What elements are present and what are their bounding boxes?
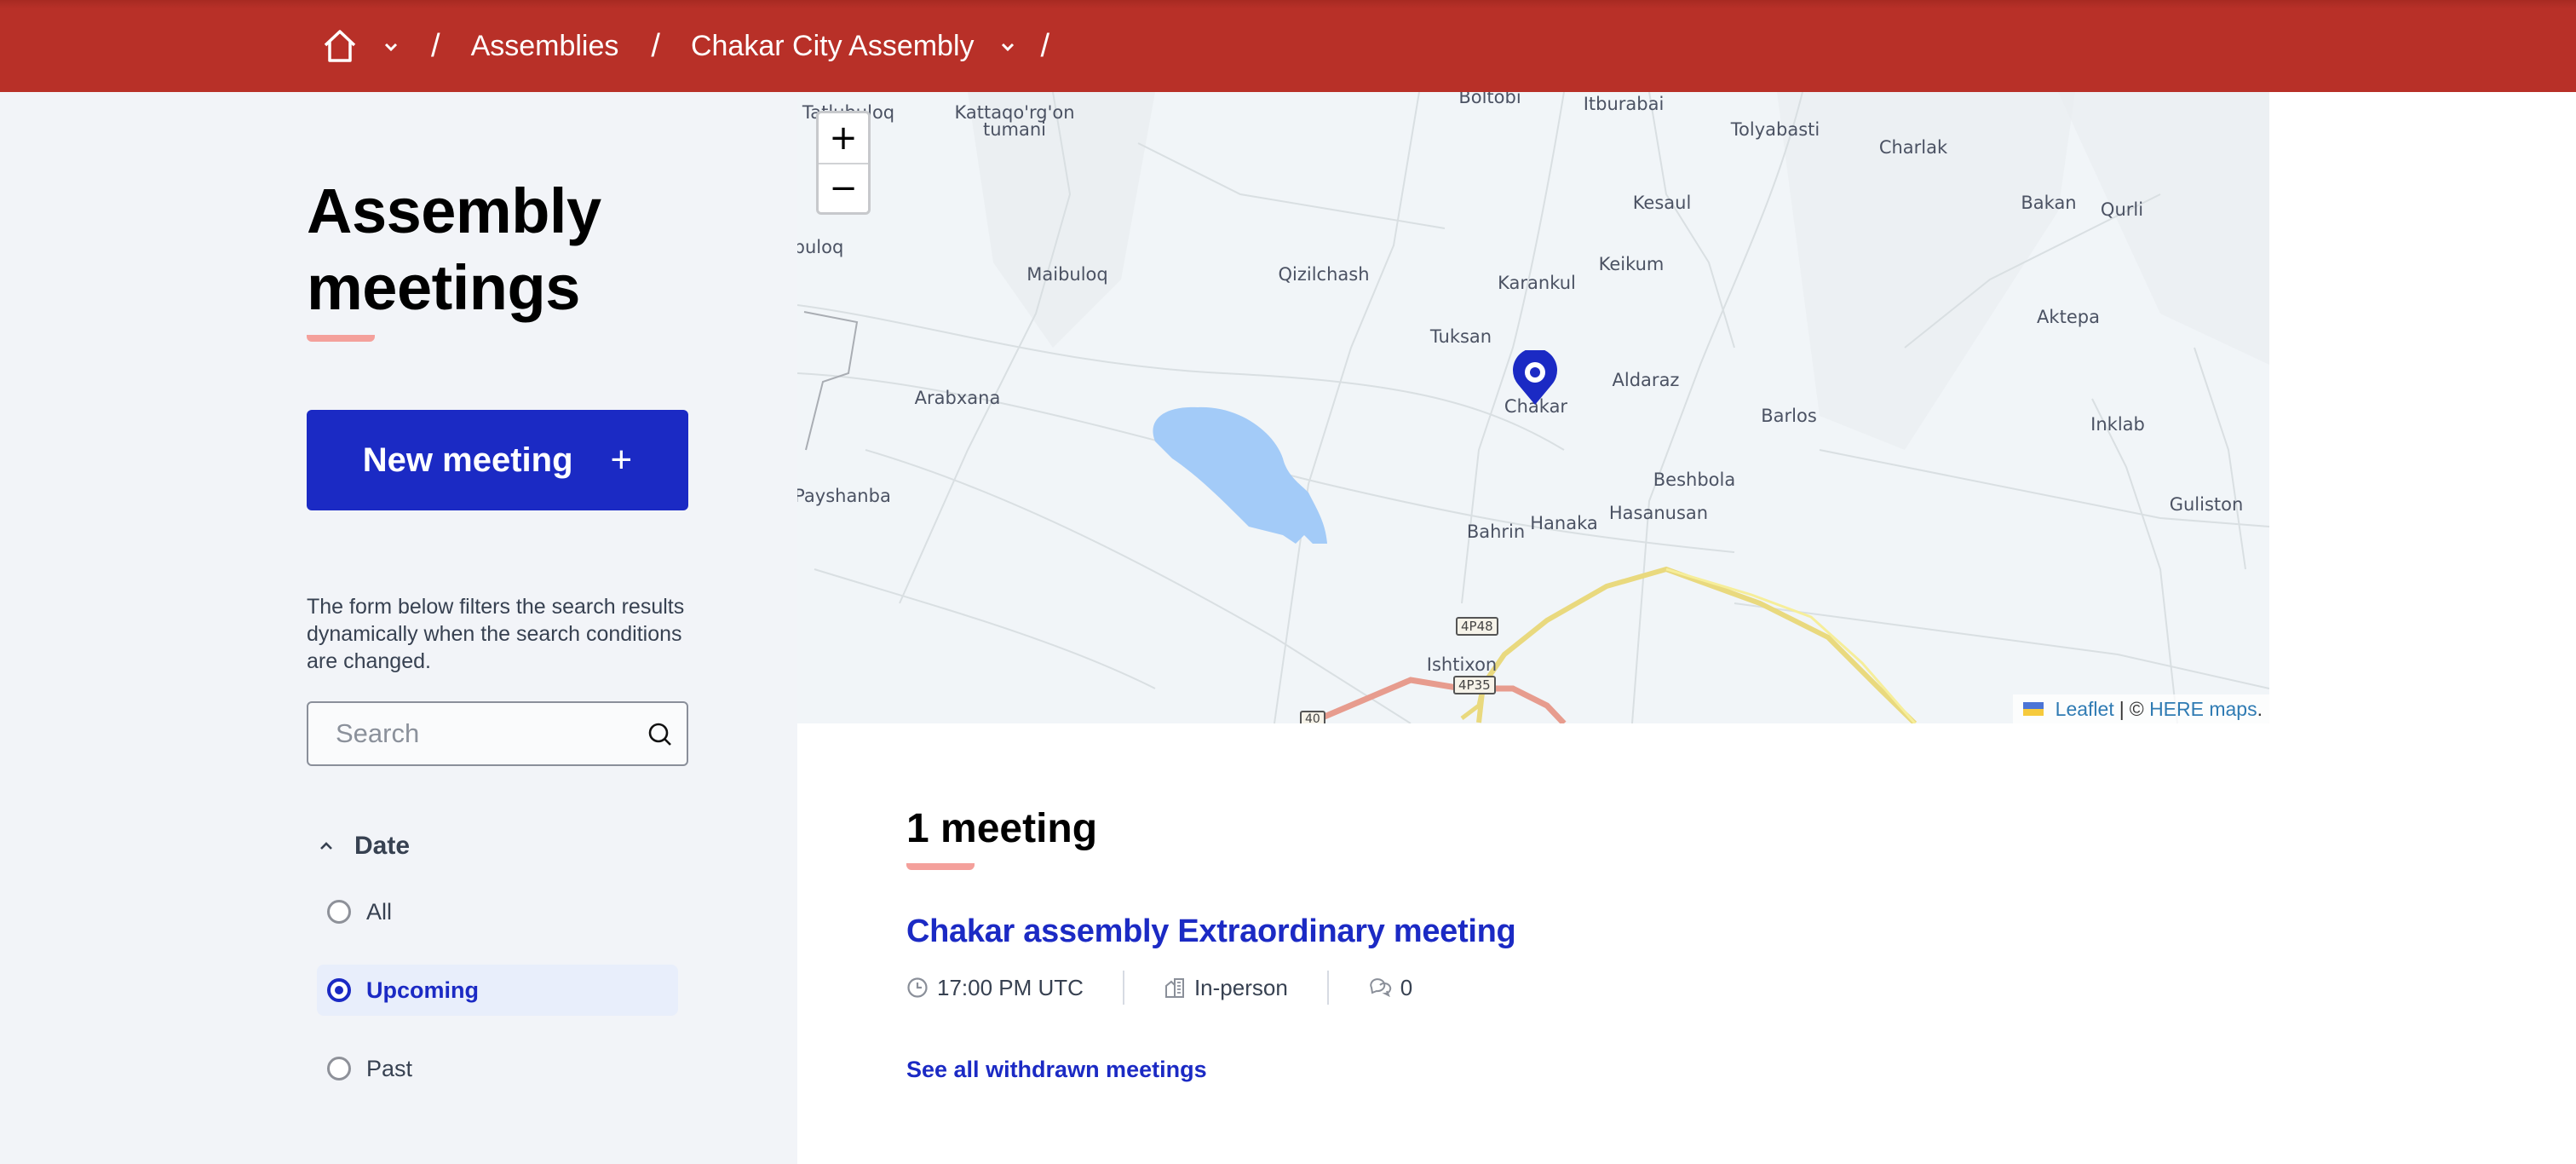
date-filter-toggle[interactable]: Date <box>319 832 410 861</box>
road-shield: 40 <box>1300 711 1325 723</box>
new-meeting-button[interactable]: New meeting + <box>307 410 688 510</box>
map-place-label: Boltobi <box>1458 92 1521 107</box>
map-place-label: Hanaka <box>1530 513 1598 533</box>
zoom-out-button[interactable]: − <box>819 163 868 212</box>
map-place-label: Ishtixon <box>1426 654 1498 675</box>
breadcrumb-separator: / <box>1040 27 1050 64</box>
page-title: Assembly meetings <box>307 173 601 326</box>
breadcrumb-chakar-city-assembly[interactable]: Chakar City Assembly <box>691 30 975 63</box>
radio-label: Past <box>366 1055 413 1081</box>
home-link[interactable] <box>322 28 358 64</box>
home-dropdown-toggle[interactable] <box>383 41 399 52</box>
search-field[interactable] <box>307 701 688 766</box>
breadcrumb-separator: / <box>651 27 660 64</box>
title-underline <box>307 335 375 342</box>
meetings-map[interactable]: Tatlubuloq Kattaqo'rg'on tumani Boltobi … <box>797 92 2269 723</box>
page-title-line1: Assembly <box>307 176 601 246</box>
ukraine-flag-icon <box>2022 702 2044 716</box>
meeting-meta: 17:00 PM UTC In-person 0 <box>906 970 1412 1006</box>
meeting-time: 17:00 PM UTC <box>906 975 1084 1001</box>
map-place-label: Barlos <box>1761 406 1817 426</box>
page-title-line2: meetings <box>307 252 580 323</box>
sidebar: Assembly meetings New meeting + The form… <box>0 92 797 1164</box>
withdrawn-meetings-link[interactable]: See all withdrawn meetings <box>906 1057 1207 1083</box>
filter-description: The form below filters the search result… <box>307 595 685 673</box>
map-place-label: Guliston <box>2169 494 2244 515</box>
top-header: / Assemblies / Chakar City Assembly / <box>0 0 2576 92</box>
attribution-separator: | <box>2119 697 2125 720</box>
map-place-label: Beshbola <box>1653 470 1736 490</box>
map-zoom-control: + − <box>816 111 871 215</box>
here-maps-link[interactable]: HERE maps <box>2149 698 2257 721</box>
leaflet-link[interactable]: Leaflet <box>2056 698 2114 721</box>
meeting-comments-count: 0 <box>1400 974 1413 1000</box>
map-place-label: Aldaraz <box>1612 370 1680 390</box>
chevron-down-icon <box>384 43 398 52</box>
map-place-label: Keikum <box>1598 254 1665 274</box>
home-icon <box>324 30 356 62</box>
assembly-dropdown-toggle[interactable] <box>1000 41 1015 52</box>
map-place-label: Payshanba <box>797 486 891 506</box>
map-place-label: Aktepa <box>2037 307 2100 327</box>
breadcrumb-separator: / <box>431 27 440 64</box>
radio-button[interactable] <box>327 900 351 924</box>
copyright-symbol: © <box>2129 697 2144 720</box>
radio-button[interactable] <box>327 1057 351 1080</box>
meeting-type-text: In-person <box>1193 974 1288 1000</box>
search-input[interactable] <box>336 703 625 764</box>
chevron-up-icon <box>320 842 332 850</box>
attribution-suffix: . <box>2257 697 2263 720</box>
date-filter-heading: Date <box>354 832 411 860</box>
map-place-label: Itburabai <box>1583 94 1665 114</box>
radio-label: All <box>366 898 393 925</box>
map-place-label: Tolyabasti <box>1730 119 1820 140</box>
road-shield: 4P48 <box>1456 617 1498 636</box>
map-place-label: Karankul <box>1498 273 1576 293</box>
comments-icon <box>1370 978 1391 998</box>
map-place-label: Maibuloq <box>1026 264 1108 285</box>
results-underline <box>906 863 975 870</box>
search-icon[interactable] <box>647 722 673 747</box>
map-place-label: Kesaul <box>1632 193 1692 213</box>
meeting-time-text: 17:00 PM UTC <box>937 974 1084 1000</box>
meeting-title-link[interactable]: Chakar assembly Extraordinary meeting <box>906 913 1516 950</box>
breadcrumb-assemblies[interactable]: Assemblies <box>471 30 619 63</box>
road-shield: 4P35 <box>1453 676 1496 694</box>
map-attribution: Leaflet | © HERE maps . <box>2012 694 2269 723</box>
map-place-label: Inklab <box>2090 414 2145 435</box>
map-place-label: Qurli <box>2100 199 2144 220</box>
results-count: 1 meeting <box>906 806 1098 851</box>
map-place-label: Arabxana <box>914 388 1001 408</box>
plus-icon: + <box>610 439 633 481</box>
radio-label: Upcoming <box>366 977 479 1003</box>
clock-icon <box>907 977 928 998</box>
zoom-in-button[interactable]: + <box>819 113 868 163</box>
map-pin-icon[interactable] <box>1510 350 1560 406</box>
map-place-label: Charlak <box>1878 137 1948 158</box>
date-option-all[interactable]: All <box>317 886 678 937</box>
new-meeting-label: New meeting <box>362 441 573 479</box>
meeting-comments: 0 <box>1368 975 1412 1001</box>
map-place-label: Qizilchash <box>1278 264 1370 285</box>
meta-divider <box>1326 971 1329 1005</box>
map-place-label: Bahrin <box>1466 521 1526 542</box>
chevron-down-icon <box>1001 43 1014 52</box>
building-icon <box>1164 978 1184 998</box>
date-option-past[interactable]: Past <box>317 1043 678 1094</box>
map-place-label: tumani <box>982 119 1047 140</box>
map-place-label: Tuksan <box>1429 326 1492 347</box>
radio-button[interactable] <box>327 978 351 1002</box>
meeting-type: In-person <box>1164 975 1288 1001</box>
breadcrumb: / Assemblies / Chakar City Assembly / <box>322 0 1080 92</box>
date-option-upcoming[interactable]: Upcoming <box>317 965 678 1016</box>
map-place-label: buloq <box>797 237 844 257</box>
meta-divider <box>1122 971 1124 1005</box>
map-place-label: Bakan <box>2021 193 2077 213</box>
map-place-label: Hasanusan <box>1608 503 1709 523</box>
